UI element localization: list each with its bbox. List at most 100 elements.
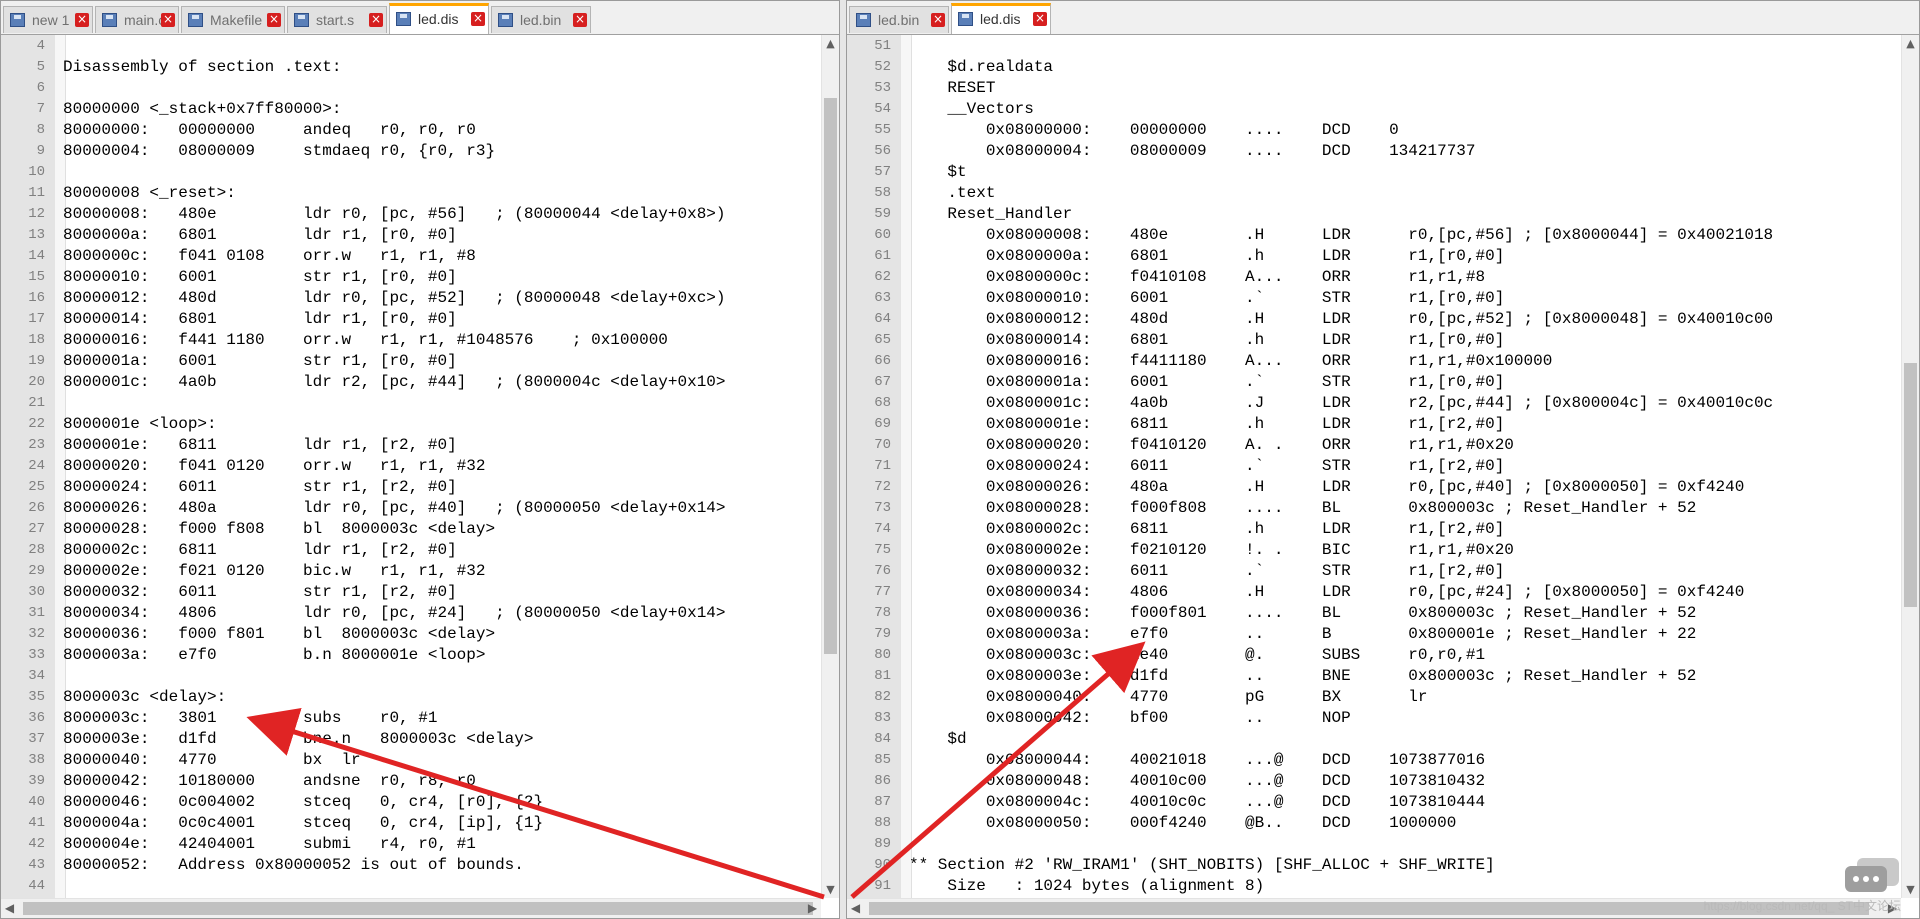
close-icon[interactable]: × (369, 13, 383, 27)
scroll-up-icon[interactable]: ▲ (1902, 35, 1919, 52)
close-icon[interactable]: × (1033, 12, 1047, 26)
right-vertical-scrollbar[interactable]: ▲ ▼ (1901, 35, 1919, 898)
tab-led-bin[interactable]: led.bin × (849, 6, 949, 33)
close-icon[interactable]: × (573, 13, 587, 27)
code-line[interactable]: 60 0x08000008: 480e .H LDR r0,[pc,#56] ;… (847, 225, 1901, 246)
code-line[interactable]: 33 8000003a: e7f0 b.n 8000001e <loop> (1, 645, 821, 666)
code-line[interactable]: 62 0x0800000c: f0410108 A... ORR r1,r1,#… (847, 267, 1901, 288)
code-line[interactable]: 28 8000002c: 6811 ldr r1, [r2, #0] (1, 540, 821, 561)
code-line[interactable]: 59 Reset_Handler (847, 204, 1901, 225)
code-line[interactable]: 40 80000046: 0c004002 stceq 0, cr4, [r0],… (1, 792, 821, 813)
code-line[interactable]: 6 (1, 78, 821, 99)
code-line[interactable]: 68 0x0800001c: 4a0b .J LDR r2,[pc,#44] ;… (847, 393, 1901, 414)
code-line[interactable]: 90 ** Section #2 'RW_IRAM1' (SHT_NOBITS) … (847, 855, 1901, 876)
code-line[interactable]: 11 80000008 <_reset>: (1, 183, 821, 204)
code-line[interactable]: 88 0x08000050: 000f4240 @B.. DCD 1000000 (847, 813, 1901, 834)
code-line[interactable]: 52 $d.realdata (847, 57, 1901, 78)
code-line[interactable]: 56 0x08000004: 08000009 .... DCD 1342177… (847, 141, 1901, 162)
code-line[interactable]: 82 0x08000040: 4770 pG BX lr (847, 687, 1901, 708)
code-line[interactable]: 17 80000014: 6801 ldr r1, [r0, #0] (1, 309, 821, 330)
code-line[interactable]: 53 RESET (847, 78, 1901, 99)
tab-makefile[interactable]: Makefile × (181, 6, 285, 33)
code-line[interactable]: 19 8000001a: 6001 str r1, [r0, #0] (1, 351, 821, 372)
code-line[interactable]: 81 0x0800003e: d1fd .. BNE 0x800003c ; R… (847, 666, 1901, 687)
code-line[interactable]: 76 0x08000032: 6011 .` STR r1,[r2,#0] (847, 561, 1901, 582)
code-line[interactable]: 31 80000034: 4806 ldr r0, [pc, #24] ; (80… (1, 603, 821, 624)
code-line[interactable]: 87 0x0800004c: 40010c0c ...@ DCD 1073810… (847, 792, 1901, 813)
code-line[interactable]: 36 8000003c: 3801 subs r0, #1 (1, 708, 821, 729)
code-line[interactable]: 38 80000040: 4770 bx lr (1, 750, 821, 771)
code-line[interactable]: 54 __Vectors (847, 99, 1901, 120)
code-line[interactable]: 69 0x0800001e: 6811 .h LDR r1,[r2,#0] (847, 414, 1901, 435)
code-line[interactable]: 89 (847, 834, 1901, 855)
code-line[interactable]: 37 8000003e: d1fd bne.n 8000003c <delay> (1, 729, 821, 750)
code-line[interactable]: 9 80000004: 08000009 stmdaeq r0, {r0, r3} (1, 141, 821, 162)
tab-led-dis[interactable]: led.dis × (389, 3, 489, 34)
code-line[interactable]: 77 0x08000034: 4806 .H LDR r0,[pc,#24] ;… (847, 582, 1901, 603)
h-scroll-thumb[interactable] (23, 902, 813, 915)
code-line[interactable]: 70 0x08000020: f0410120 A. . ORR r1,r1,#… (847, 435, 1901, 456)
code-line[interactable]: 58 .text (847, 183, 1901, 204)
code-line[interactable]: 73 0x08000028: f000f808 .... BL 0x800003… (847, 498, 1901, 519)
code-line[interactable]: 5 Disassembly of section .text: (1, 57, 821, 78)
scroll-down-icon[interactable]: ▼ (1902, 881, 1919, 898)
code-line[interactable]: 71 0x08000024: 6011 .` STR r1,[r2,#0] (847, 456, 1901, 477)
code-line[interactable]: 57 $t (847, 162, 1901, 183)
code-line[interactable]: 12 80000008: 480e ldr r0, [pc, #56] ; (80… (1, 204, 821, 225)
code-line[interactable]: 22 8000001e <loop>: (1, 414, 821, 435)
left-code-area[interactable]: 4 5 Disassembly of section .text: 6 7 8000000… (1, 36, 821, 897)
code-line[interactable]: 35 8000003c <delay>: (1, 687, 821, 708)
code-line[interactable]: 32 80000036: f000 f801 bl 8000003c <delay… (1, 624, 821, 645)
code-line[interactable]: 24 80000020: f041 0120 orr.w r1, r1, #32 (1, 456, 821, 477)
code-line[interactable]: 30 80000032: 6011 str r1, [r2, #0] (1, 582, 821, 603)
code-line[interactable]: 44 (1, 876, 821, 897)
left-vertical-scrollbar[interactable]: ▲ ▼ (821, 35, 839, 898)
code-line[interactable]: 83 0x08000042: bf00 .. NOP (847, 708, 1901, 729)
code-line[interactable]: 7 80000000 <_stack+0x7ff80000>: (1, 99, 821, 120)
close-icon[interactable]: × (931, 13, 945, 27)
code-line[interactable]: 64 0x08000012: 480d .H LDR r0,[pc,#52] ;… (847, 309, 1901, 330)
code-line[interactable]: 25 80000024: 6011 str r1, [r2, #0] (1, 477, 821, 498)
tab-led-dis[interactable]: led.dis × (951, 3, 1051, 34)
close-icon[interactable]: × (75, 13, 89, 27)
scroll-down-icon[interactable]: ▼ (822, 881, 839, 898)
right-code-area[interactable]: 51 52 $d.realdata 53 RESET 54 __Vectors 55 0… (847, 36, 1901, 897)
code-line[interactable]: 41 8000004a: 0c0c4001 stceq 0, cr4, [ip],… (1, 813, 821, 834)
tab-start-s[interactable]: start.s × (287, 6, 387, 33)
code-line[interactable]: 20 8000001c: 4a0b ldr r2, [pc, #44] ; (80… (1, 372, 821, 393)
code-line[interactable]: 34 (1, 666, 821, 687)
code-line[interactable]: 8 80000000: 00000000 andeq r0, r0, r0 (1, 120, 821, 141)
tab-led-bin[interactable]: led.bin × (491, 6, 591, 33)
tab-main-c[interactable]: main.c × (95, 6, 179, 33)
scroll-up-icon[interactable]: ▲ (822, 35, 839, 52)
code-line[interactable]: 13 8000000a: 6801 ldr r1, [r0, #0] (1, 225, 821, 246)
code-line[interactable]: 80 0x0800003c: 1e40 @. SUBS r0,r0,#1 (847, 645, 1901, 666)
close-icon[interactable]: × (161, 13, 175, 27)
code-line[interactable]: 10 (1, 162, 821, 183)
code-line[interactable]: 43 80000052: Address 0x80000052 is out of… (1, 855, 821, 876)
scroll-thumb[interactable] (824, 98, 837, 654)
code-line[interactable]: 75 0x0800002e: f0210120 !. . BIC r1,r1,#… (847, 540, 1901, 561)
code-line[interactable]: 67 0x0800001a: 6001 .` STR r1,[r0,#0] (847, 372, 1901, 393)
tab-new-1[interactable]: new 1 × (3, 6, 93, 33)
code-line[interactable]: 72 0x08000026: 480a .H LDR r0,[pc,#40] ;… (847, 477, 1901, 498)
left-horizontal-scrollbar[interactable]: ◀ ▶ (1, 898, 821, 918)
code-line[interactable]: 29 8000002e: f021 0120 bic.w r1, r1, #32 (1, 561, 821, 582)
code-line[interactable]: 78 0x08000036: f000f801 .... BL 0x800003… (847, 603, 1901, 624)
close-icon[interactable]: × (471, 12, 485, 26)
code-line[interactable]: 51 (847, 36, 1901, 57)
code-line[interactable]: 21 (1, 393, 821, 414)
code-line[interactable]: 65 0x08000014: 6801 .h LDR r1,[r0,#0] (847, 330, 1901, 351)
code-line[interactable]: 61 0x0800000a: 6801 .h LDR r1,[r0,#0] (847, 246, 1901, 267)
code-line[interactable]: 27 80000028: f000 f808 bl 8000003c <delay… (1, 519, 821, 540)
code-line[interactable]: 18 80000016: f441 1180 orr.w r1, r1, #104… (1, 330, 821, 351)
scroll-left-icon[interactable]: ◀ (847, 899, 864, 918)
code-line[interactable]: 85 0x08000044: 40021018 ...@ DCD 1073877… (847, 750, 1901, 771)
code-line[interactable]: 79 0x0800003a: e7f0 .. B 0x800001e ; Res… (847, 624, 1901, 645)
code-line[interactable]: 55 0x08000000: 00000000 .... DCD 0 (847, 120, 1901, 141)
scroll-right-icon[interactable]: ▶ (804, 899, 821, 918)
code-line[interactable]: 14 8000000c: f041 0108 orr.w r1, r1, #8 (1, 246, 821, 267)
scroll-thumb[interactable] (1904, 363, 1917, 607)
code-line[interactable]: 23 8000001e: 6811 ldr r1, [r2, #0] (1, 435, 821, 456)
code-line[interactable]: 15 80000010: 6001 str r1, [r0, #0] (1, 267, 821, 288)
